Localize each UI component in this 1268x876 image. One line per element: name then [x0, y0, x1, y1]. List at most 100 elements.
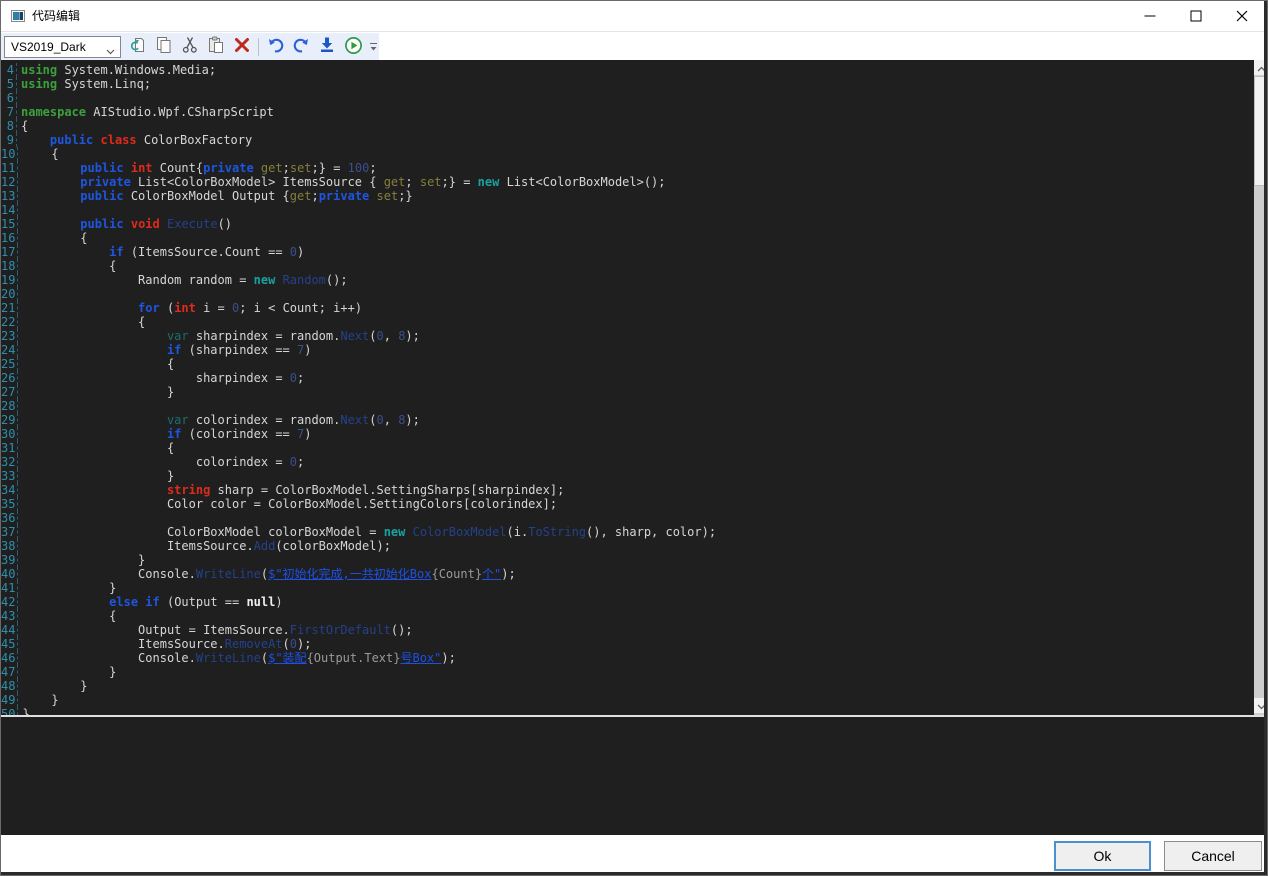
code-line: 29 var colorindex = random.Next(0, 8); — [1, 413, 1254, 427]
undo-button[interactable] — [262, 34, 288, 59]
line-number: 27 — [1, 385, 18, 399]
code-line: 26 sharpindex = 0; — [1, 371, 1254, 385]
code-editor[interactable]: 4using System.Windows.Media;5using Syste… — [1, 60, 1268, 715]
paste-icon — [207, 36, 225, 57]
code-line: 30 if (colorindex == 7) — [1, 427, 1254, 441]
code-line: 46 Console.WriteLine($"装配{Output.Text}号B… — [1, 651, 1254, 665]
line-content: } — [18, 679, 87, 693]
line-content — [18, 287, 22, 301]
line-number: 16 — [1, 231, 18, 245]
window-right-border — [1264, 1, 1267, 876]
line-content: } — [18, 469, 174, 483]
code-line: 13 public ColorBoxModel Output {get;priv… — [1, 189, 1254, 203]
line-content: } — [18, 707, 29, 715]
code-line: 5using System.Linq; — [1, 77, 1254, 91]
refresh-document-icon — [129, 36, 147, 57]
line-content: private List<ColorBoxModel> ItemsSource … — [18, 175, 665, 189]
line-content: { — [18, 147, 58, 161]
toolbar-buttons — [125, 34, 366, 59]
line-number: 39 — [1, 553, 18, 567]
line-content: } — [18, 581, 116, 595]
code-line: 40 Console.WriteLine($"初始化完成,一共初始化Box{Co… — [1, 567, 1254, 581]
line-content: if (ItemsSource.Count == 0) — [18, 245, 304, 259]
minimize-button[interactable] — [1127, 1, 1173, 31]
line-content: { — [18, 441, 174, 455]
line-number: 20 — [1, 287, 18, 301]
line-number: 6 — [1, 91, 17, 105]
code-line: 14 — [1, 203, 1254, 217]
line-content: Color color = ColorBoxModel.SettingColor… — [18, 497, 557, 511]
theme-selector-value: VS2019_Dark — [11, 40, 86, 54]
code-line: 20 — [1, 287, 1254, 301]
line-content: using System.Windows.Media; — [17, 63, 216, 77]
refresh-document-button[interactable] — [125, 34, 151, 59]
copy-button[interactable] — [151, 34, 177, 59]
line-content: } — [18, 385, 174, 399]
line-content — [18, 511, 22, 525]
code-line: 11 public int Count{private get;set;} = … — [1, 161, 1254, 175]
window-controls — [1127, 1, 1265, 32]
line-content — [18, 203, 22, 217]
code-line: 37 ColorBoxModel colorBoxModel = new Col… — [1, 525, 1254, 539]
code-line: 43 { — [1, 609, 1254, 623]
maximize-button[interactable] — [1173, 1, 1219, 31]
code-line: 38 ItemsSource.Add(colorBoxModel); — [1, 539, 1254, 553]
code-lines: 4using System.Windows.Media;5using Syste… — [1, 63, 1254, 715]
line-content: Console.WriteLine($"初始化完成,一共初始化Box{Count… — [18, 567, 515, 581]
line-number: 47 — [1, 665, 18, 679]
cancel-button[interactable]: Cancel — [1164, 841, 1262, 871]
line-number: 22 — [1, 315, 18, 329]
line-content: Output = ItemsSource.FirstOrDefault(); — [18, 623, 412, 637]
copy-icon — [155, 36, 173, 57]
code-line: 22 { — [1, 315, 1254, 329]
line-content: { — [18, 231, 87, 245]
line-number: 37 — [1, 525, 18, 539]
redo-button[interactable] — [288, 34, 314, 59]
line-content: } — [18, 693, 58, 707]
title-bar: 代码编辑 — [1, 1, 1267, 32]
line-number: 12 — [1, 175, 18, 189]
line-content: { — [18, 357, 174, 371]
close-button[interactable] — [1219, 1, 1265, 31]
line-number: 34 — [1, 483, 18, 497]
line-number: 48 — [1, 679, 18, 693]
redo-icon — [292, 36, 311, 57]
code-line: 15 public void Execute() — [1, 217, 1254, 231]
run-button[interactable] — [340, 34, 366, 59]
code-line: 31 { — [1, 441, 1254, 455]
code-line: 45 ItemsSource.RemoveAt(0); — [1, 637, 1254, 651]
code-line: 41 } — [1, 581, 1254, 595]
theme-selector[interactable]: VS2019_Dark — [4, 36, 121, 58]
toolbar-overflow-button[interactable] — [368, 34, 379, 59]
line-number: 33 — [1, 469, 18, 483]
code-line: 50} — [1, 707, 1254, 715]
line-content: { — [18, 259, 116, 273]
ok-button[interactable]: Ok — [1054, 841, 1151, 871]
line-content: ColorBoxModel colorBoxModel = new ColorB… — [18, 525, 716, 539]
line-content: colorindex = 0; — [18, 455, 304, 469]
code-line: 23 var sharpindex = random.Next(0, 8); — [1, 329, 1254, 343]
cut-button[interactable] — [177, 34, 203, 59]
delete-button[interactable] — [229, 34, 255, 59]
run-icon — [344, 36, 363, 58]
line-content: ItemsSource.Add(colorBoxModel); — [18, 539, 390, 553]
line-content: } — [18, 665, 116, 679]
window-title: 代码编辑 — [32, 1, 80, 32]
line-number: 24 — [1, 343, 18, 357]
save-button[interactable] — [314, 34, 340, 59]
code-line: 12 private List<ColorBoxModel> ItemsSour… — [1, 175, 1254, 189]
line-number: 50 — [1, 707, 18, 715]
window-bottom-border — [1, 872, 1268, 875]
paste-button[interactable] — [203, 34, 229, 59]
code-line: 21 for (int i = 0; i < Count; i++) — [1, 301, 1254, 315]
code-line: 9 public class ColorBoxFactory — [1, 133, 1254, 147]
code-line: 33 } — [1, 469, 1254, 483]
line-number: 14 — [1, 203, 18, 217]
code-line: 4using System.Windows.Media; — [1, 63, 1254, 77]
line-number: 30 — [1, 427, 18, 441]
line-number: 28 — [1, 399, 18, 413]
code-line: 25 { — [1, 357, 1254, 371]
line-content: ItemsSource.RemoveAt(0); — [18, 637, 311, 651]
line-number: 21 — [1, 301, 18, 315]
undo-icon — [266, 36, 285, 57]
